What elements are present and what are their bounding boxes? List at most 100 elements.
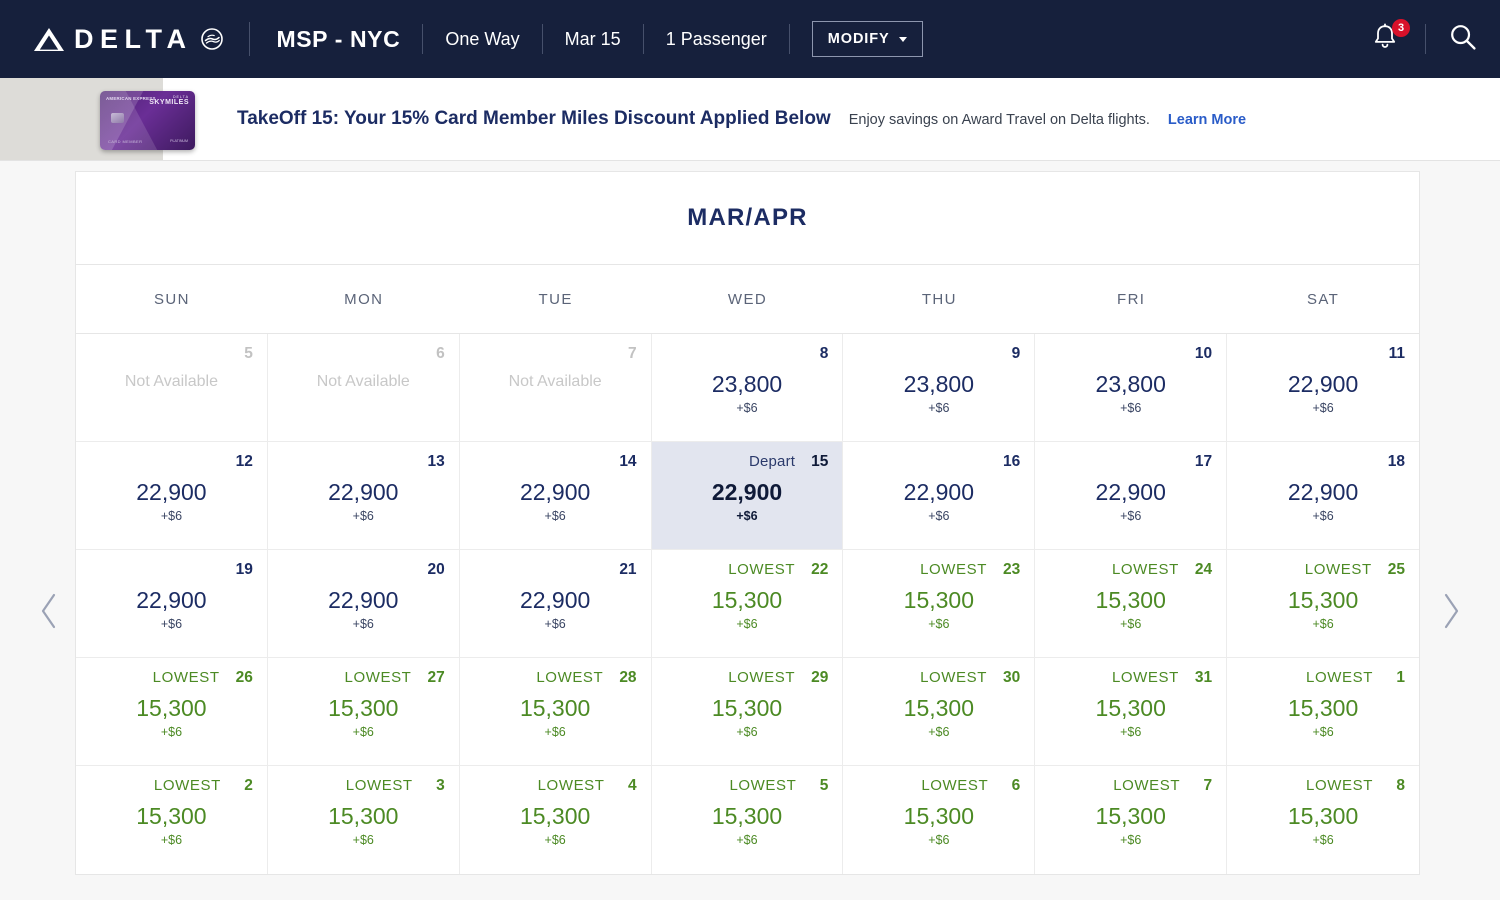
day-cell-header: 21 — [474, 561, 637, 583]
calendar-day-cell[interactable]: LOWEST2615,300+$6 — [76, 658, 268, 766]
day-number: 22 — [811, 561, 828, 579]
calendar-day-cell[interactable]: LOWEST415,300+$6 — [460, 766, 652, 874]
miles-amount: 15,300 — [857, 587, 1020, 614]
day-cell-header: 9 — [857, 345, 1020, 367]
calendar-day-cell[interactable]: 1422,900+$6 — [460, 442, 652, 550]
calendar-day-cell[interactable]: LOWEST615,300+$6 — [843, 766, 1035, 874]
calendar-day-cell[interactable]: LOWEST2515,300+$6 — [1227, 550, 1419, 658]
tax-amount: +$6 — [666, 833, 829, 847]
modify-search-button[interactable]: MODIFY — [812, 21, 923, 57]
calendar-day-cell[interactable]: LOWEST115,300+$6 — [1227, 658, 1419, 766]
day-cell-header: LOWEST25 — [1241, 561, 1405, 583]
day-number: 5 — [237, 345, 253, 363]
not-available-label: Not Available — [90, 373, 253, 391]
calendar-day-cell[interactable]: LOWEST2415,300+$6 — [1035, 550, 1227, 658]
calendar-day-cell[interactable]: 923,800+$6 — [843, 334, 1035, 442]
amex-card-program-line2: SKYMILES — [149, 99, 189, 107]
fare-calendar-panel: MAR/APR SUNMONTUEWEDTHUFRISAT 5Not Avail… — [75, 171, 1420, 875]
day-number: 7 — [1196, 777, 1212, 795]
calendar-day-cell: 7Not Available — [460, 334, 652, 442]
previous-week-button[interactable] — [32, 591, 66, 635]
miles-amount: 15,300 — [474, 695, 637, 722]
tax-amount: +$6 — [1049, 725, 1212, 739]
miles-amount: 22,900 — [282, 587, 445, 614]
calendar-day-cell[interactable]: LOWEST515,300+$6 — [652, 766, 844, 874]
calendar-day-cell[interactable]: LOWEST2315,300+$6 — [843, 550, 1035, 658]
tax-amount: +$6 — [666, 617, 829, 631]
day-cell-header: 11 — [1241, 345, 1405, 367]
calendar-day-cell[interactable]: LOWEST2815,300+$6 — [460, 658, 652, 766]
tax-amount: +$6 — [857, 401, 1020, 415]
app-header: DELTA MSP - NYC One Way Mar 15 1 Passeng… — [0, 0, 1500, 78]
tax-amount: +$6 — [666, 509, 829, 523]
calendar-day-cell[interactable]: 823,800+$6 — [652, 334, 844, 442]
tax-amount: +$6 — [282, 833, 445, 847]
calendar-day-cell[interactable]: 1222,900+$6 — [76, 442, 268, 550]
search-button[interactable] — [1448, 22, 1478, 57]
calendar-day-cell[interactable]: 1622,900+$6 — [843, 442, 1035, 550]
miles-amount: 15,300 — [90, 803, 253, 830]
not-available-label: Not Available — [282, 373, 445, 391]
calendar-day-cell[interactable]: 1722,900+$6 — [1035, 442, 1227, 550]
day-number: 20 — [427, 561, 444, 579]
tax-amount: +$6 — [666, 401, 829, 415]
calendar-day-cell[interactable]: 2022,900+$6 — [268, 550, 460, 658]
notifications-button[interactable]: 3 — [1371, 22, 1403, 56]
lowest-fare-label: LOWEST — [921, 777, 988, 794]
day-number: 23 — [1003, 561, 1020, 579]
calendar-day-cell[interactable]: Depart1522,900+$6 — [652, 442, 844, 550]
day-cell-header: 20 — [282, 561, 445, 583]
amex-card-program: DELTA SKYMILES — [149, 95, 189, 107]
lowest-fare-label: LOWEST — [153, 669, 220, 686]
amex-card-member-text: CARD MEMBER — [108, 139, 142, 144]
miles-amount: 22,900 — [90, 587, 253, 614]
header-divider-4 — [643, 24, 644, 54]
day-cell-header: LOWEST30 — [857, 669, 1020, 691]
lowest-fare-label: LOWEST — [729, 777, 796, 794]
miles-amount: 22,900 — [474, 479, 637, 506]
tax-amount: +$6 — [1241, 617, 1405, 631]
lowest-fare-label: LOWEST — [154, 777, 221, 794]
amex-card-corner-text: PLATINUM — [170, 139, 188, 144]
miles-amount: 15,300 — [857, 695, 1020, 722]
tax-amount: +$6 — [90, 833, 253, 847]
calendar-day-cell[interactable]: LOWEST3115,300+$6 — [1035, 658, 1227, 766]
calendar-day-cell[interactable]: LOWEST2915,300+$6 — [652, 658, 844, 766]
calendar-day-cell[interactable]: LOWEST215,300+$6 — [76, 766, 268, 874]
promo-learn-more-link[interactable]: Learn More — [1168, 112, 1246, 128]
delta-logo[interactable]: DELTA — [34, 26, 223, 53]
calendar-day-cell[interactable]: 1023,800+$6 — [1035, 334, 1227, 442]
tax-amount: +$6 — [90, 509, 253, 523]
weekday-header-sun: SUN — [76, 265, 268, 333]
day-cell-header: 14 — [474, 453, 637, 475]
chevron-down-icon — [899, 37, 907, 42]
header-divider-5 — [789, 24, 790, 54]
next-week-button[interactable] — [1434, 591, 1468, 635]
tax-amount: +$6 — [1049, 833, 1212, 847]
day-cell-header: LOWEST22 — [666, 561, 829, 583]
miles-amount: 15,300 — [90, 695, 253, 722]
lowest-fare-label: LOWEST — [920, 561, 987, 578]
calendar-day-cell[interactable]: LOWEST2215,300+$6 — [652, 550, 844, 658]
tax-amount: +$6 — [1049, 617, 1212, 631]
day-cell-header: 6 — [282, 345, 445, 367]
calendar-day-cell[interactable]: 2122,900+$6 — [460, 550, 652, 658]
calendar-day-cell[interactable]: 1322,900+$6 — [268, 442, 460, 550]
calendar-day-cell[interactable]: 1822,900+$6 — [1227, 442, 1419, 550]
day-number: 9 — [1004, 345, 1020, 363]
day-number: 26 — [236, 669, 253, 687]
calendar-day-cell[interactable]: LOWEST715,300+$6 — [1035, 766, 1227, 874]
tax-amount: +$6 — [90, 617, 253, 631]
calendar-day-cell: 5 Not Available — [76, 334, 268, 442]
day-number: 21 — [619, 561, 636, 579]
calendar-day-cell[interactable]: 1122,900+$6 — [1227, 334, 1419, 442]
search-icon — [1448, 39, 1478, 56]
calendar-day-cell[interactable]: LOWEST315,300+$6 — [268, 766, 460, 874]
calendar-day-cell[interactable]: LOWEST3015,300+$6 — [843, 658, 1035, 766]
miles-amount: 15,300 — [1241, 803, 1405, 830]
calendar-day-cell[interactable]: LOWEST815,300+$6 — [1227, 766, 1419, 874]
calendar-day-cell[interactable]: LOWEST2715,300+$6 — [268, 658, 460, 766]
tax-amount: +$6 — [1049, 509, 1212, 523]
calendar-day-cell[interactable]: 1922,900+$6 — [76, 550, 268, 658]
tax-amount: +$6 — [1241, 833, 1405, 847]
